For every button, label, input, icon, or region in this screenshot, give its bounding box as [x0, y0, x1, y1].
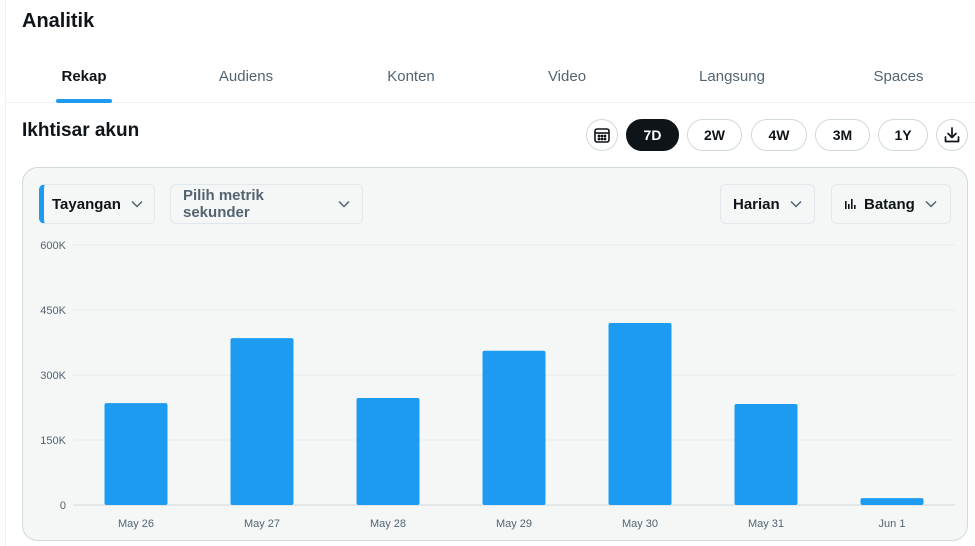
range-3m-button[interactable]: 3M — [815, 119, 870, 151]
chevron-down-icon — [131, 200, 143, 208]
tab-spaces[interactable]: Spaces — [822, 50, 975, 102]
x-tick-label: May 27 — [244, 518, 280, 530]
tab-langsung[interactable]: Langsung — [642, 50, 822, 102]
tab-audiens[interactable]: Audiens — [162, 50, 330, 102]
primary-metric-dropdown[interactable]: Tayangan — [39, 184, 155, 224]
bar[interactable] — [104, 403, 168, 505]
bar[interactable] — [482, 350, 546, 505]
range-2w-button[interactable]: 2W — [687, 119, 742, 151]
range-7d-button[interactable]: 7D — [626, 119, 679, 151]
bar[interactable] — [356, 397, 420, 505]
bar-chart: 0 150K 300K 450K 600K May 26 May 27 May 28 May 2… — [40, 240, 955, 530]
chevron-down-icon — [925, 200, 937, 208]
x-tick-label: May 30 — [622, 518, 658, 530]
download-button[interactable] — [936, 119, 968, 151]
secondary-metric-label: Pilih metrik sekunder — [183, 187, 264, 221]
tab-bar: Rekap Audiens Konten Video Langsung Spac… — [6, 50, 975, 103]
calendar-button[interactable] — [586, 119, 618, 151]
primary-metric-label: Tayangan — [52, 195, 121, 213]
page-title: Analitik — [22, 10, 95, 32]
tab-label: Langsung — [699, 67, 765, 85]
chart-style-dropdown[interactable]: Batang — [831, 184, 951, 224]
calendar-icon — [593, 126, 611, 144]
secondary-metric-dropdown[interactable]: Pilih metrik sekunder — [170, 184, 363, 224]
chevron-down-icon — [338, 200, 350, 208]
bar[interactable] — [860, 498, 924, 505]
download-icon — [943, 126, 961, 144]
tab-label: Konten — [387, 67, 435, 85]
tab-label: Spaces — [873, 67, 924, 85]
range-1y-button[interactable]: 1Y — [878, 119, 928, 151]
interval-label: Harian — [733, 195, 780, 213]
tab-konten[interactable]: Konten — [330, 50, 492, 102]
y-tick-label: 300K — [40, 370, 66, 382]
x-tick-label: Jun 1 — [879, 518, 906, 530]
bar-chart-icon — [844, 198, 856, 210]
y-tick-label: 450K — [40, 305, 66, 317]
y-tick-label: 600K — [40, 240, 66, 252]
range-4w-button[interactable]: 4W — [751, 119, 807, 151]
tab-label: Rekap — [61, 67, 107, 85]
bar[interactable] — [734, 404, 798, 505]
interval-dropdown[interactable]: Harian — [720, 184, 815, 224]
tab-active-indicator — [56, 99, 112, 103]
chevron-down-icon — [790, 200, 802, 208]
tab-video[interactable]: Video — [492, 50, 642, 102]
x-tick-label: May 26 — [118, 518, 154, 530]
bar[interactable] — [230, 338, 294, 505]
x-tick-label: May 31 — [748, 518, 784, 530]
tab-rekap[interactable]: Rekap — [6, 50, 162, 102]
y-tick-label: 150K — [40, 435, 66, 447]
section-title: Ikhtisar akun — [22, 120, 140, 141]
chart-style-label: Batang — [864, 195, 915, 213]
x-tick-label: May 29 — [496, 518, 532, 530]
bar[interactable] — [608, 323, 672, 505]
y-tick-label: 0 — [60, 500, 66, 512]
chart-panel: 0 150K 300K 450K 600K May 26 May 27 May 28 May 2… — [22, 167, 968, 541]
tab-label: Video — [547, 67, 587, 85]
tab-label: Audiens — [218, 67, 274, 85]
x-tick-label: May 28 — [370, 518, 406, 530]
